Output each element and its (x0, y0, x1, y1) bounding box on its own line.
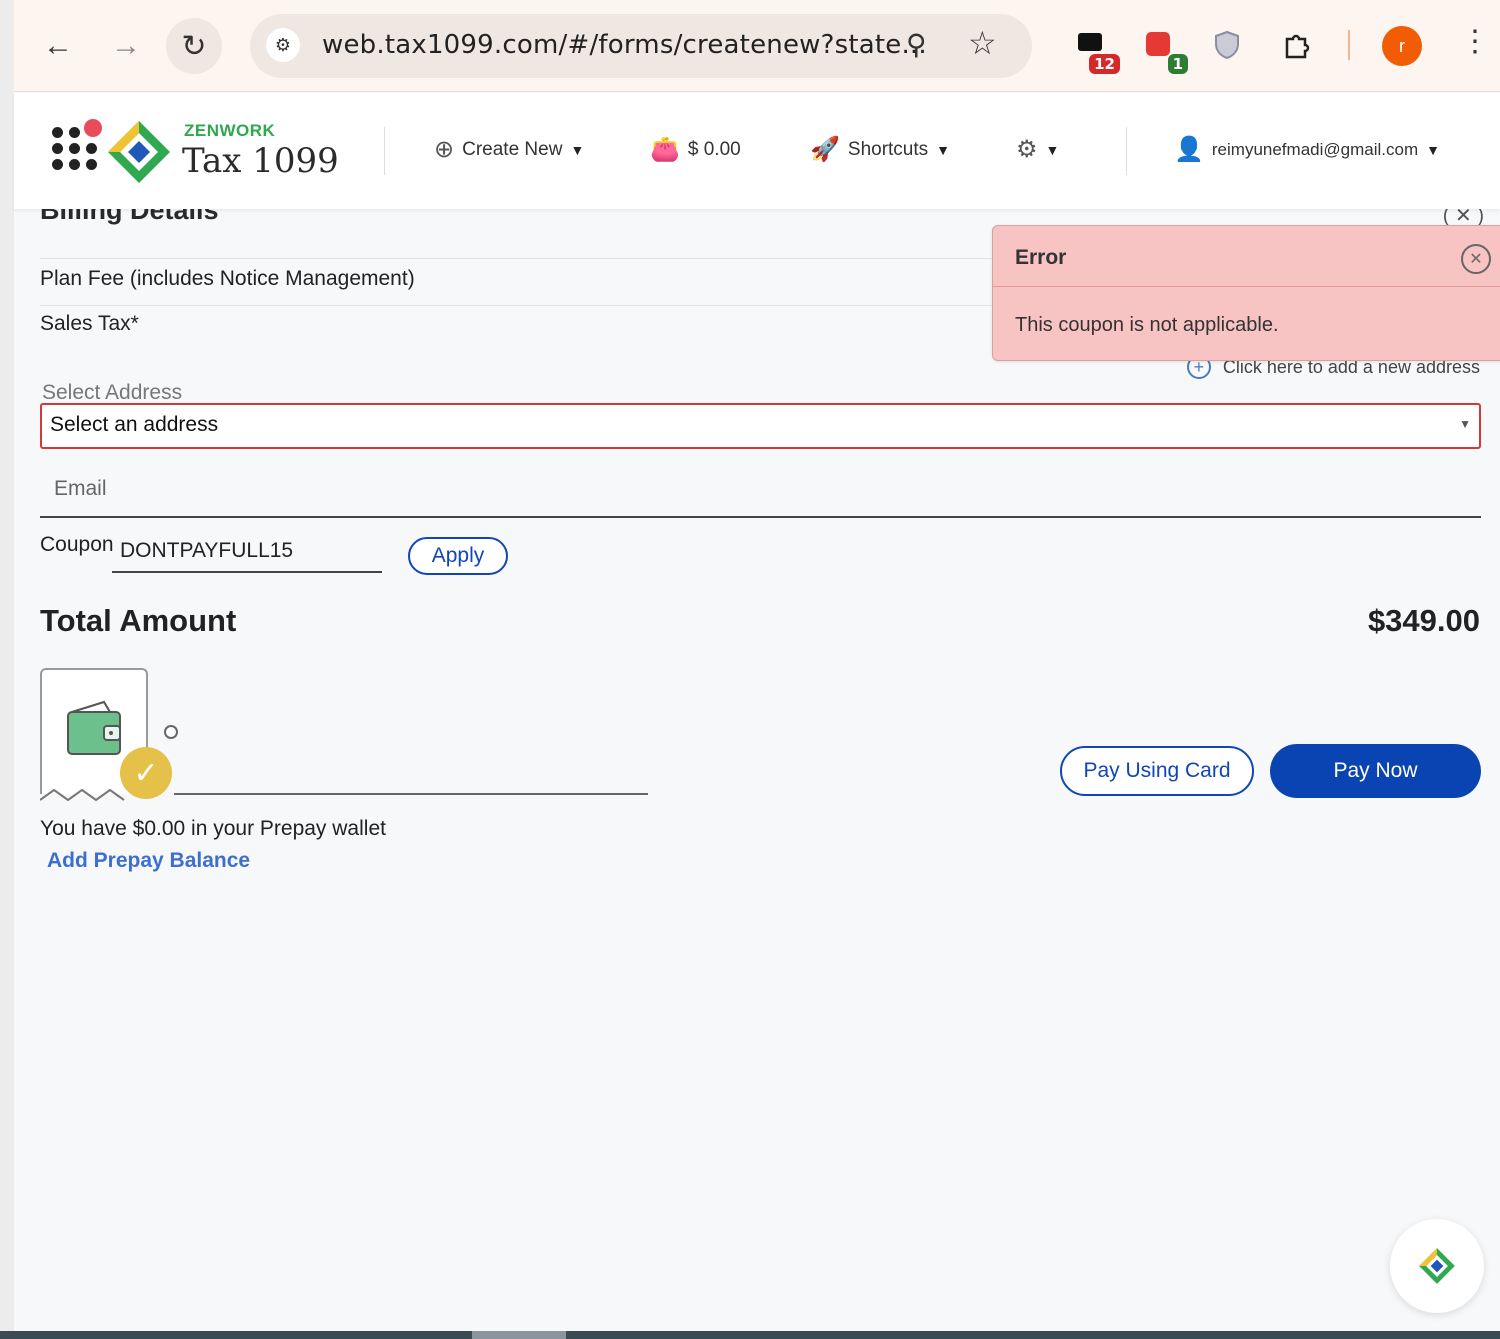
wallet-balance-text: You have $0.00 in your Prepay wallet (40, 817, 386, 840)
header-divider (1126, 127, 1127, 175)
site-settings-icon[interactable]: ⚙ (266, 28, 300, 62)
coupon-label: Coupon (40, 533, 114, 556)
address-bar[interactable]: ⚙ web.tax1099.com/#/forms/createnew?stat… (250, 14, 1032, 78)
pdf-extension-icon[interactable]: 1 (1138, 24, 1188, 74)
scrollbar-thumb[interactable] (472, 1331, 566, 1339)
chat-widget-button[interactable] (1390, 1219, 1484, 1313)
chevron-down-icon: ▼ (1426, 141, 1440, 158)
zenwork-logo-icon (1419, 1248, 1455, 1284)
total-amount-label: Total Amount (40, 603, 237, 638)
sales-tax-label: Sales Tax* (40, 312, 139, 335)
forward-icon[interactable]: → (98, 18, 154, 74)
plan-fee-label: Plan Fee (includes Notice Management) (40, 267, 415, 290)
coupon-input[interactable] (112, 531, 382, 573)
chevron-down-icon: ▼ (570, 141, 585, 158)
user-menu[interactable]: 👤 reimyunefmadi@gmail.com ▼ (1174, 135, 1440, 164)
chevron-down-icon: ▼ (936, 141, 951, 158)
toast-title: Error (1015, 246, 1067, 269)
shield-extension-icon[interactable] (1206, 24, 1248, 66)
toast-divider (993, 286, 1500, 287)
wallet-divider (174, 793, 648, 795)
zoom-icon[interactable]: ⚲ (906, 28, 927, 61)
url-text[interactable]: web.tax1099.com/#/forms/createnew?state.… (322, 30, 927, 60)
chat-extension-icon[interactable]: 12 (1070, 24, 1120, 74)
total-amount-value: $349.00 (1367, 603, 1480, 638)
create-new-label: Create New (462, 138, 563, 160)
address-select[interactable]: Select an address ▼ (40, 403, 1481, 449)
error-toast: Error ✕ This coupon is not applicable. (992, 225, 1500, 361)
address-select-value: Select an address (50, 413, 219, 436)
billing-panel: Billing Details ( ✕ ) Plan Fee (includes… (14, 209, 1500, 1331)
profile-avatar[interactable]: r (1382, 26, 1422, 66)
apply-coupon-button[interactable]: Apply (408, 537, 508, 575)
pdf-badge: 1 (1167, 54, 1188, 74)
shortcuts-label: Shortcuts (847, 138, 929, 160)
brand-company: ZENWORK (184, 121, 276, 140)
user-email: reimyunefmadi@gmail.com (1211, 139, 1419, 159)
toolbar-divider (1348, 30, 1350, 60)
zenwork-logo-icon (108, 121, 170, 183)
toast-message: This coupon is not applicable. (1015, 314, 1279, 336)
wallet-radio[interactable] (164, 725, 178, 739)
create-new-menu[interactable]: ⊕ Create New ▼ (434, 135, 584, 164)
select-address-label: Select Address (42, 381, 183, 404)
rocket-icon: 🚀 (810, 136, 840, 163)
window-edge (0, 0, 14, 1339)
puzzle-extensions-icon[interactable] (1276, 24, 1318, 66)
user-icon: 👤 (1174, 136, 1204, 163)
email-field[interactable]: Email (54, 477, 107, 501)
add-prepay-balance-link[interactable]: Add Prepay Balance (47, 849, 250, 873)
pay-now-button[interactable]: Pay Now (1270, 744, 1481, 798)
bookmark-star-icon[interactable]: ☆ (968, 24, 997, 62)
wallet-icon (67, 700, 121, 755)
gear-icon: ⚙ (1016, 136, 1038, 163)
plus-circle-icon: ⊕ (434, 136, 455, 163)
chevron-down-icon: ▼ (1045, 141, 1060, 158)
browser-toolbar: ← → ↻ ⚙ web.tax1099.com/#/forms/createne… (0, 0, 1500, 92)
email-underline (40, 516, 1481, 518)
brand-product: Tax 1099 (182, 141, 339, 181)
balance-label: $ 0.00 (687, 138, 741, 160)
pay-using-card-button[interactable]: Pay Using Card (1060, 746, 1254, 796)
reload-icon[interactable]: ↻ (166, 18, 222, 74)
browser-menu-icon[interactable]: ⋮ (1460, 24, 1490, 59)
header-divider (384, 127, 385, 175)
check-icon: ✓ (120, 747, 172, 799)
app-grid-icon[interactable] (52, 119, 102, 171)
chevron-down-icon: ▼ (1459, 417, 1471, 431)
close-icon[interactable]: ✕ (1461, 244, 1491, 274)
settings-menu[interactable]: ⚙ ▼ (1016, 135, 1059, 164)
wallet-icon: 👛 (650, 136, 680, 163)
billing-title: Billing Details (40, 209, 219, 225)
chat-badge: 12 (1089, 54, 1120, 74)
wallet-balance[interactable]: 👛 $ 0.00 (650, 135, 741, 164)
app-header: ZENWORK Tax 1099 ⊕ Create New ▼ 👛 $ 0.00… (14, 93, 1500, 209)
back-icon[interactable]: ← (30, 18, 86, 74)
horizontal-scrollbar[interactable] (0, 1331, 1500, 1339)
shortcuts-menu[interactable]: 🚀 Shortcuts ▼ (810, 135, 950, 164)
